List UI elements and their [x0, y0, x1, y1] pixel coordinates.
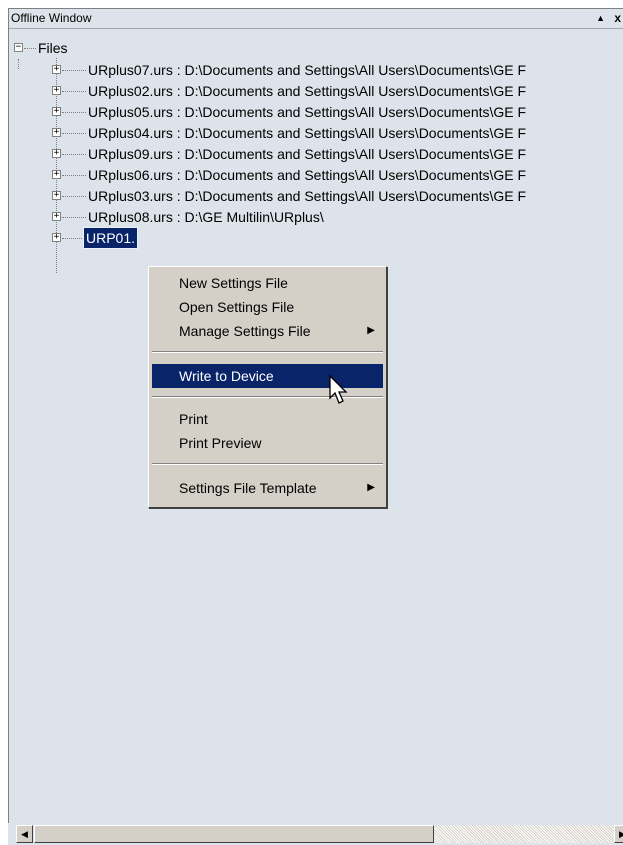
tree-item-label: URplus08.urs : D:\GE Multilin\URplus\: [88, 209, 324, 225]
tree-item-label: URplus05.urs : D:\Documents and Settings…: [88, 104, 527, 120]
menu-item-print-preview[interactable]: Print Preview: [152, 431, 383, 455]
scroll-right-button[interactable]: ▶: [614, 825, 623, 843]
menu-item-manage-settings-file[interactable]: Manage Settings File ▶: [152, 319, 383, 343]
close-icon[interactable]: x: [614, 9, 621, 28]
tree-item-label: URplus09.urs : D:\Documents and Settings…: [88, 146, 527, 162]
collapse-icon[interactable]: −: [14, 43, 23, 52]
menu-item-label: Print Preview: [179, 435, 262, 451]
tree-item[interactable]: + URplus09.urs : D:\Documents and Settin…: [9, 144, 623, 164]
menu-item-label: Open Settings File: [179, 299, 295, 315]
tree-item-label: URplus03.urs : D:\Documents and Settings…: [88, 188, 527, 204]
menu-item-label: Print: [179, 411, 208, 427]
arrow-right-icon: ▶: [619, 829, 623, 839]
tree-item-label: URplus07.urs : D:\Documents and Settings…: [88, 62, 527, 78]
tree-item[interactable]: + URplus08.urs : D:\GE Multilin\URplus\: [9, 207, 623, 227]
window-title: Offline Window: [11, 11, 92, 25]
expand-icon[interactable]: +: [52, 86, 61, 95]
menu-item-settings-file-template[interactable]: Settings File Template ▶: [152, 476, 383, 500]
menu-separator: [152, 463, 383, 465]
menu-item-new-settings-file[interactable]: New Settings File: [152, 271, 383, 295]
expand-icon[interactable]: +: [52, 128, 61, 137]
menu-item-open-settings-file[interactable]: Open Settings File: [152, 295, 383, 319]
context-menu: New Settings File Open Settings File Man…: [148, 266, 387, 508]
expand-icon[interactable]: +: [52, 191, 61, 200]
submenu-arrow-icon: ▶: [367, 325, 375, 336]
expand-icon[interactable]: +: [52, 170, 61, 179]
mouse-pointer-icon: [329, 374, 348, 404]
expand-icon[interactable]: +: [52, 65, 61, 74]
expand-icon[interactable]: +: [52, 149, 61, 158]
tree-item[interactable]: + URplus03.urs : D:\Documents and Settin…: [9, 186, 623, 206]
tree-item[interactable]: + URplus06.urs : D:\Documents and Settin…: [9, 165, 623, 185]
menu-separator: [152, 351, 383, 353]
expand-icon[interactable]: +: [52, 107, 61, 116]
tree-item-label: URplus04.urs : D:\Documents and Settings…: [88, 125, 527, 141]
tree-item-label: URP01.: [82, 227, 139, 249]
tree-item[interactable]: + URplus04.urs : D:\Documents and Settin…: [9, 123, 623, 143]
window-titlebar: Offline Window ▲ x: [9, 9, 623, 29]
pin-icon[interactable]: ▲: [596, 9, 605, 28]
menu-item-label: Manage Settings File: [179, 323, 311, 339]
horizontal-scrollbar[interactable]: ◀ ▶: [8, 823, 623, 845]
scroll-track[interactable]: [434, 825, 614, 843]
tree-item[interactable]: + URplus02.urs : D:\Documents and Settin…: [9, 81, 623, 101]
arrow-left-icon: ◀: [21, 829, 28, 839]
tree-item[interactable]: + URplus05.urs : D:\Documents and Settin…: [9, 102, 623, 122]
tree-root-files[interactable]: − Files: [9, 38, 623, 58]
tree-root-label: Files: [38, 40, 68, 56]
menu-item-label: Write to Device: [179, 368, 274, 384]
scroll-thumb[interactable]: [34, 825, 434, 843]
expand-icon[interactable]: +: [52, 233, 61, 242]
scroll-left-button[interactable]: ◀: [16, 825, 33, 843]
submenu-arrow-icon: ▶: [367, 482, 375, 493]
tree-item-selected[interactable]: + URP01.: [9, 227, 623, 249]
tree-item-label: URplus06.urs : D:\Documents and Settings…: [88, 167, 527, 183]
menu-item-label: Settings File Template: [179, 480, 317, 496]
menu-item-print[interactable]: Print: [152, 407, 383, 431]
expand-icon[interactable]: +: [52, 212, 61, 221]
tree-item-label: URplus02.urs : D:\Documents and Settings…: [88, 83, 527, 99]
menu-item-label: New Settings File: [179, 275, 288, 291]
tree-item[interactable]: + URplus07.urs : D:\Documents and Settin…: [9, 60, 623, 80]
